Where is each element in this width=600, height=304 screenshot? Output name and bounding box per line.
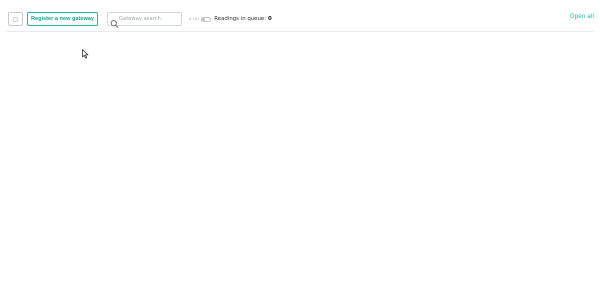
search-icon xyxy=(110,14,119,28)
open-all-link[interactable]: Open all xyxy=(570,14,594,20)
gateway-search-input[interactable] xyxy=(119,14,179,24)
toolbar-divider xyxy=(6,31,594,32)
register-gateway-button[interactable]: Register a new gateway xyxy=(27,12,98,26)
checkbox-inner xyxy=(13,16,18,22)
toggle-knob xyxy=(202,17,206,21)
queue-toggle-switch[interactable] xyxy=(201,16,212,22)
gateway-search-box[interactable] xyxy=(107,12,182,28)
gateway-toolbar: Register a new gateway 0.161 Readings in… xyxy=(0,0,600,32)
readings-in-queue-count: 0 xyxy=(268,16,272,22)
mouse-cursor-icon xyxy=(82,44,89,59)
readings-in-queue-label: Readings in queue: xyxy=(214,16,267,22)
select-all-checkbox[interactable] xyxy=(8,12,23,26)
queue-status: 0.161 Readings in queue: 0 xyxy=(189,14,272,24)
toggle-label: 0.161 xyxy=(189,17,200,21)
